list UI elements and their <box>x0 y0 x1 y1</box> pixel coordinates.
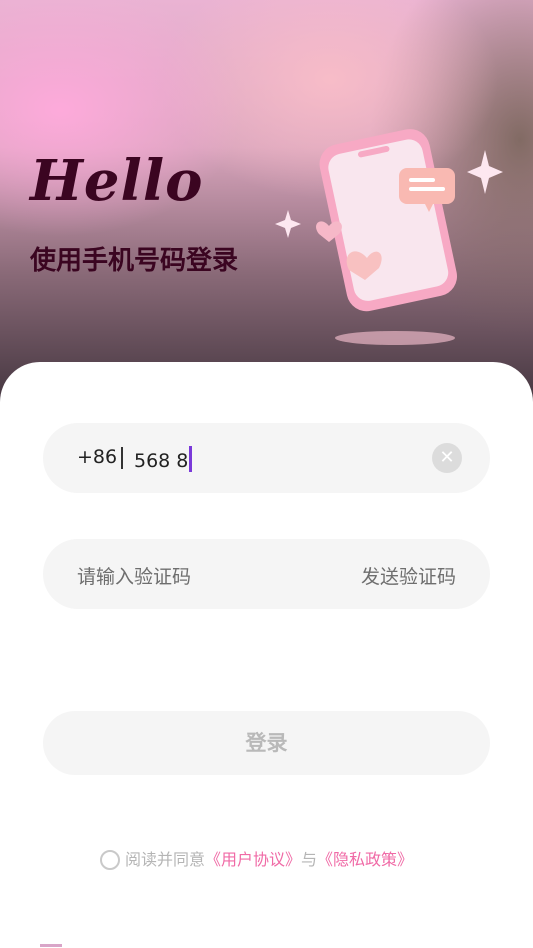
agreement-prefix: 阅读并同意 <box>125 850 206 869</box>
agreement-row: 阅读并同意《用户协议》与《隐私政策》 <box>100 846 413 870</box>
privacy-policy-link[interactable]: 《隐私政策》 <box>317 850 413 869</box>
verification-code-input[interactable]: 请输入验证码 发送验证码 <box>43 539 490 609</box>
phone-input[interactable]: +86 568 8 ✕ <box>43 423 490 493</box>
login-button[interactable]: 登录 <box>43 711 490 775</box>
hero-subtitle: 使用手机号码登录 <box>30 246 239 276</box>
close-icon[interactable]: ✕ <box>432 443 462 473</box>
login-card: +86 568 8 ✕ 请输入验证码 发送验证码 登录 阅读并同意《用户协议》与… <box>0 362 533 948</box>
agreement-radio[interactable] <box>100 850 120 870</box>
phone-illustration <box>275 129 503 345</box>
hero-title: Hello <box>30 148 204 214</box>
code-placeholder[interactable]: 请输入验证码 <box>77 562 191 589</box>
send-code-button[interactable]: 发送验证码 <box>361 562 456 589</box>
input-divider <box>121 447 123 469</box>
user-agreement-link[interactable]: 《用户协议》 <box>205 850 301 869</box>
phone-number-text: 568 8 <box>134 450 189 472</box>
agreement-conjunction: 与 <box>301 850 318 869</box>
hero-banner: Hello 使用手机号码登录 <box>0 0 533 420</box>
bottom-accent <box>40 944 62 947</box>
text-caret <box>189 446 193 472</box>
phone-value[interactable]: 568 8 <box>134 446 193 472</box>
country-code[interactable]: +86 <box>77 446 117 468</box>
